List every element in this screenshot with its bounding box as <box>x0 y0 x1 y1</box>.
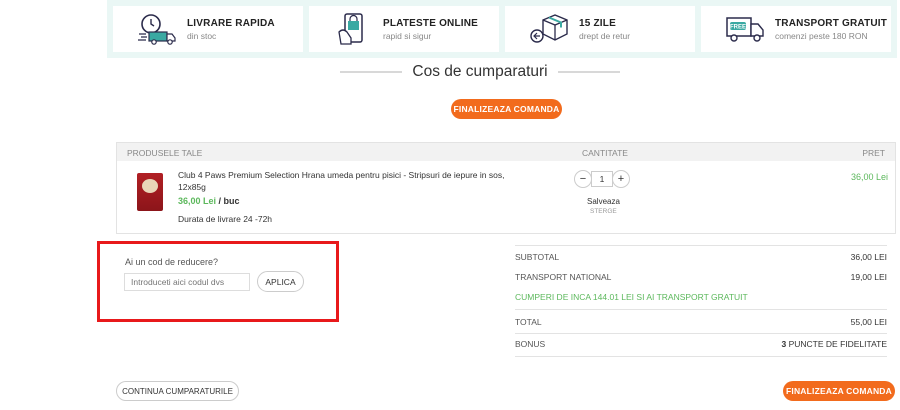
header-products: PRODUSELE TALE <box>127 148 203 158</box>
benefit-subtitle: comenzi peste 180 RON <box>775 30 868 41</box>
page-title-area: Cos de cumparaturi <box>340 62 621 82</box>
free-shipping-truck-icon: FREE <box>726 17 764 42</box>
quantity-input[interactable]: 1 <box>591 171 613 187</box>
benefit-title: PLATESTE ONLINE <box>383 17 479 29</box>
checkout-button-top[interactable]: FINALIZEAZA COMANDA <box>451 99 562 119</box>
subtotal-label: SUBTOTAL <box>515 252 560 262</box>
benefit-free-shipping: FREE TRANSPORT GRATUIT comenzi peste 180… <box>701 6 891 52</box>
transport-row: TRANSPORT NATIONAL 19,00 LEI <box>515 272 887 286</box>
product-unit-price: 36,00 Lei / buc <box>178 196 240 206</box>
transport-label: TRANSPORT NATIONAL <box>515 272 612 282</box>
transport-value: 19,00 LEI <box>850 272 887 282</box>
bonus-row: BONUS 3 PUNCTE DE FIDELITATE <box>515 339 887 353</box>
checkout-button-bottom[interactable]: FINALIZEAZA COMANDA <box>783 381 895 401</box>
fast-delivery-icon <box>138 14 176 45</box>
online-payment-icon <box>338 13 363 45</box>
page-title: Cos de cumparaturi <box>412 63 548 80</box>
subtotal-value: 36,00 LEI <box>850 252 887 262</box>
continue-shopping-button[interactable]: CONTINUA CUMPARATURILE <box>116 381 239 401</box>
unit-price-suffix: / buc <box>216 196 240 206</box>
total-row: TOTAL 55,00 LEI <box>515 317 887 331</box>
benefit-fast-delivery: LIVRARE RAPIDA din stoc <box>113 6 303 52</box>
benefit-subtitle: rapid si sigur <box>383 30 432 41</box>
totals-divider-top <box>515 245 887 246</box>
free-shipping-promo: CUMPERI DE INCA 144.01 LEI SI AI TRANSPO… <box>515 292 748 302</box>
totals-summary: SUBTOTAL 36,00 LEI TRANSPORT NATIONAL 19… <box>515 250 887 282</box>
item-total-price: 36,00 Lei <box>850 172 888 182</box>
title-divider-left <box>340 71 403 73</box>
bonus-label: BONUS <box>515 339 546 349</box>
header-quantity: CANTITATE <box>582 148 628 158</box>
bonus-value: 3 PUNCTE DE FIDELITATE <box>782 339 888 349</box>
benefits-bar: LIVRARE RAPIDA din stoc PLATESTE ONLINE … <box>107 0 897 58</box>
header-price: PRET <box>862 148 885 158</box>
delivery-time: Durata de livrare 24 -72h <box>178 214 273 224</box>
return-box-icon <box>530 14 568 43</box>
quantity-stepper: − 1 + <box>574 170 632 188</box>
product-name-link[interactable]: Club 4 Paws Premium Selection Hrana umed… <box>178 169 508 193</box>
discount-code-input[interactable] <box>124 273 250 291</box>
apply-discount-button[interactable]: APLICA <box>257 271 304 292</box>
benefit-online-payment: PLATESTE ONLINE rapid si sigur <box>309 6 499 52</box>
benefit-title: TRANSPORT GRATUIT <box>775 17 888 29</box>
quantity-decrease-button[interactable]: − <box>574 170 592 188</box>
bonus-text: PUNCTE DE FIDELITATE <box>786 339 887 349</box>
save-link[interactable]: Salveaza <box>587 197 620 206</box>
totals-final: TOTAL 55,00 LEI <box>515 317 887 331</box>
totals-divider-bottom <box>515 356 887 357</box>
svg-text:FREE: FREE <box>730 25 746 31</box>
benefit-return: 15 ZILE drept de retur <box>505 6 695 52</box>
discount-code-box: Ai un cod de reducere? APLICA <box>97 241 339 322</box>
remove-link[interactable]: STERGE <box>590 208 617 215</box>
subtotal-row: SUBTOTAL 36,00 LEI <box>515 252 887 266</box>
unit-price-value: 36,00 Lei <box>178 196 217 206</box>
total-value: 55,00 LEI <box>850 317 887 327</box>
totals-divider-bonus <box>515 333 887 334</box>
bonus-section: BONUS 3 PUNCTE DE FIDELITATE <box>515 339 887 353</box>
benefit-title: 15 ZILE <box>579 17 616 29</box>
title-divider-right <box>557 71 621 73</box>
product-thumbnail[interactable] <box>137 173 163 211</box>
cart-header: PRODUSELE TALE CANTITATE PRET <box>117 143 895 161</box>
benefit-subtitle: din stoc <box>187 30 217 41</box>
total-label: TOTAL <box>515 317 542 327</box>
totals-divider-mid <box>515 309 887 310</box>
benefit-subtitle: drept de retur <box>579 30 631 41</box>
discount-label: Ai un cod de reducere? <box>125 257 219 267</box>
quantity-increase-button[interactable]: + <box>612 170 630 188</box>
benefit-title: LIVRARE RAPIDA <box>187 17 275 29</box>
